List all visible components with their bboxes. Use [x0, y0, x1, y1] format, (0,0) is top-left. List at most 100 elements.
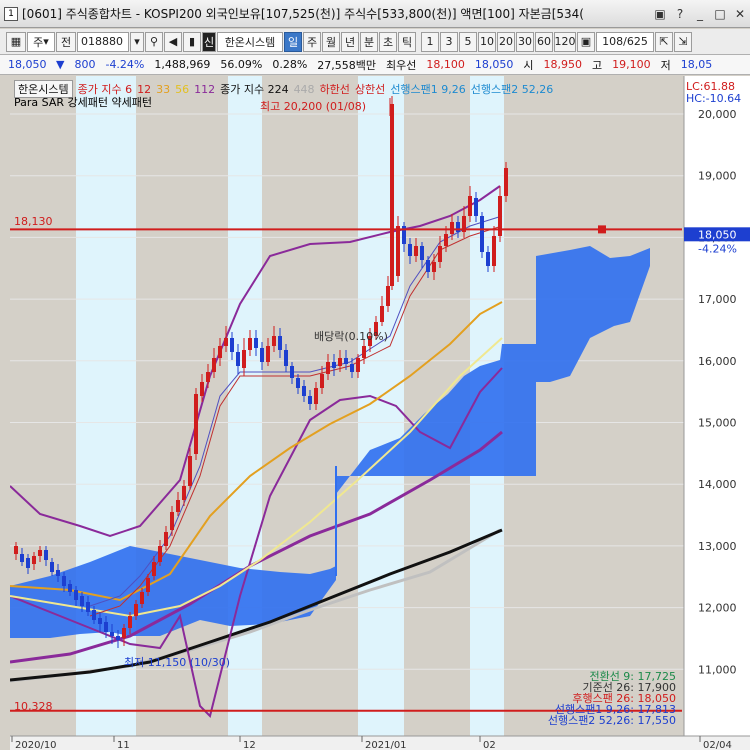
hc-label: HC:-10.64 — [686, 92, 741, 105]
period-tab-2[interactable]: 월 — [322, 31, 340, 52]
stock-code-input[interactable]: 018880 — [77, 31, 129, 52]
candle-body-12 — [86, 602, 90, 612]
period-tab-6[interactable]: 틱 — [398, 31, 416, 52]
candle-body-31 — [200, 382, 204, 396]
candle-body-29 — [188, 456, 192, 486]
market-select[interactable]: 주 ▾ — [27, 31, 55, 52]
settings-icon[interactable]: ▣ — [577, 31, 595, 52]
close-icon[interactable]: ✕ — [730, 5, 750, 23]
candle-body-47 — [296, 378, 300, 388]
legend-item-4[interactable]: 56 — [175, 83, 189, 96]
candle-body-8 — [62, 576, 66, 586]
interval-tab-10[interactable]: 10 — [478, 31, 496, 52]
candle-body-30 — [194, 394, 198, 454]
speaker-icon[interactable]: ◀ — [164, 31, 182, 52]
candle-body-22 — [146, 578, 150, 592]
period-tab-3[interactable]: 년 — [341, 31, 359, 52]
candle-body-61 — [380, 306, 384, 322]
maximize-icon[interactable]: □ — [710, 5, 730, 23]
candle-body-58 — [362, 346, 366, 358]
candle-body-9 — [68, 584, 72, 592]
price-chart[interactable]: 20,00019,00018,00017,00016,00015,00014,0… — [10, 76, 750, 750]
candle-body-42 — [266, 346, 270, 362]
candle-body-6 — [50, 562, 54, 572]
axis-tick-9: 11,000 — [698, 663, 737, 676]
candle-body-1 — [20, 554, 24, 562]
high-price: 19,100 — [612, 58, 651, 71]
candle-body-70 — [432, 262, 436, 272]
candle-body-16 — [110, 632, 114, 636]
legend-item-6[interactable]: 종가 지수 224 — [220, 83, 288, 96]
interval-tab-1[interactable]: 1 — [421, 31, 439, 52]
right-axis: 20,00019,00018,00017,00016,00015,00014,0… — [683, 76, 750, 736]
candle-body-36 — [230, 338, 234, 352]
prev-button[interactable]: 전 — [56, 31, 76, 52]
current-pct-label: -4.24% — [698, 242, 737, 255]
xaxis-label-1: 11 — [117, 740, 130, 750]
period-tab-0[interactable]: 일 — [284, 31, 302, 52]
legend-item-7[interactable]: 448 — [294, 83, 315, 96]
line-18130-label: 18,130 — [14, 215, 53, 228]
legend-item-9[interactable]: 상한선 — [355, 83, 385, 96]
grid-icon[interactable]: ▦ — [6, 31, 26, 52]
candle-body-80 — [492, 236, 496, 266]
xaxis-label-0: 2020/10 — [15, 740, 57, 750]
current-price-label: 18,050 — [698, 228, 737, 241]
interval-tab-20[interactable]: 20 — [497, 31, 515, 52]
line-10328-label: 10,328 — [14, 700, 53, 713]
axis-tick-6: 14,000 — [698, 478, 737, 491]
help-icon[interactable]: ? — [670, 5, 690, 23]
candle-body-52 — [326, 362, 330, 374]
best-ask-label: 최우선 — [386, 58, 417, 72]
interval-tab-60[interactable]: 60 — [535, 31, 553, 52]
legend-item-11[interactable]: 선행스팬2 52,26 — [471, 83, 553, 96]
axis-tick-0: 20,000 — [698, 108, 737, 121]
candle-body-69 — [426, 260, 430, 272]
axis-tick-5: 15,000 — [698, 417, 737, 430]
legend-item-5[interactable]: 112 — [194, 83, 215, 96]
candle-body-46 — [290, 366, 294, 378]
candle-body-74 — [456, 222, 460, 232]
period-tab-1[interactable]: 주 — [303, 31, 321, 52]
interval-tab-5[interactable]: 5 — [459, 31, 477, 52]
candle-body-7 — [56, 570, 60, 576]
minimize-icon[interactable]: _ — [690, 5, 710, 23]
candle-body-23 — [152, 562, 156, 576]
zoom-icon[interactable]: ⇱ — [655, 31, 673, 52]
page-count: 108/625 — [596, 31, 654, 52]
candle-body-73 — [450, 222, 454, 234]
code-dropdown-icon[interactable]: ▾ — [130, 31, 144, 52]
indicator-summary-4: 선행스팬2 52,26: 17,550 — [548, 714, 676, 727]
interval-tab-3[interactable]: 3 — [440, 31, 458, 52]
legend-item-3[interactable]: 33 — [156, 83, 170, 96]
period-tab-4[interactable]: 분 — [360, 31, 378, 52]
high-marker-label: 최고 20,200 (01/08) — [260, 100, 366, 113]
interval-tabs: 1 3 5 10 20 30 60 120 — [421, 31, 576, 52]
search-icon[interactable]: ⚲ — [145, 31, 163, 52]
restore-icon[interactable]: ▣ — [650, 5, 670, 23]
interval-tab-30[interactable]: 30 — [516, 31, 534, 52]
interval-tab-120[interactable]: 120 — [554, 31, 576, 52]
candle-body-15 — [104, 622, 108, 632]
candle-body-45 — [284, 350, 288, 366]
candle-body-54 — [338, 358, 342, 366]
toggle-icon[interactable]: ▮ — [183, 31, 201, 52]
legend-item-8[interactable]: 하한선 — [320, 83, 350, 96]
signal-icon[interactable]: 신 — [202, 31, 216, 52]
candle-body-62 — [386, 286, 390, 306]
candle-body-18 — [122, 628, 126, 638]
title-bar: 1 [0601] 주식종합차트 - KOSPI200 외국인보유[107,525… — [0, 0, 750, 28]
export-icon[interactable]: ⇲ — [674, 31, 692, 52]
axis-tick-7: 13,000 — [698, 540, 737, 553]
candle-body-41 — [260, 348, 264, 362]
axis-tick-1: 19,000 — [698, 170, 737, 183]
xaxis-label-2: 12 — [243, 740, 256, 750]
candle-body-43 — [272, 336, 276, 346]
market-select-label: 주 — [33, 35, 44, 49]
period-tab-5[interactable]: 초 — [379, 31, 397, 52]
axis-tick-4: 16,000 — [698, 355, 737, 368]
legend-item-10[interactable]: 선행스팬1 9,26 — [390, 83, 465, 96]
candle-body-26 — [170, 512, 174, 530]
xaxis-label-3: 2021/01 — [365, 740, 407, 750]
high-label: 고 — [592, 58, 603, 72]
